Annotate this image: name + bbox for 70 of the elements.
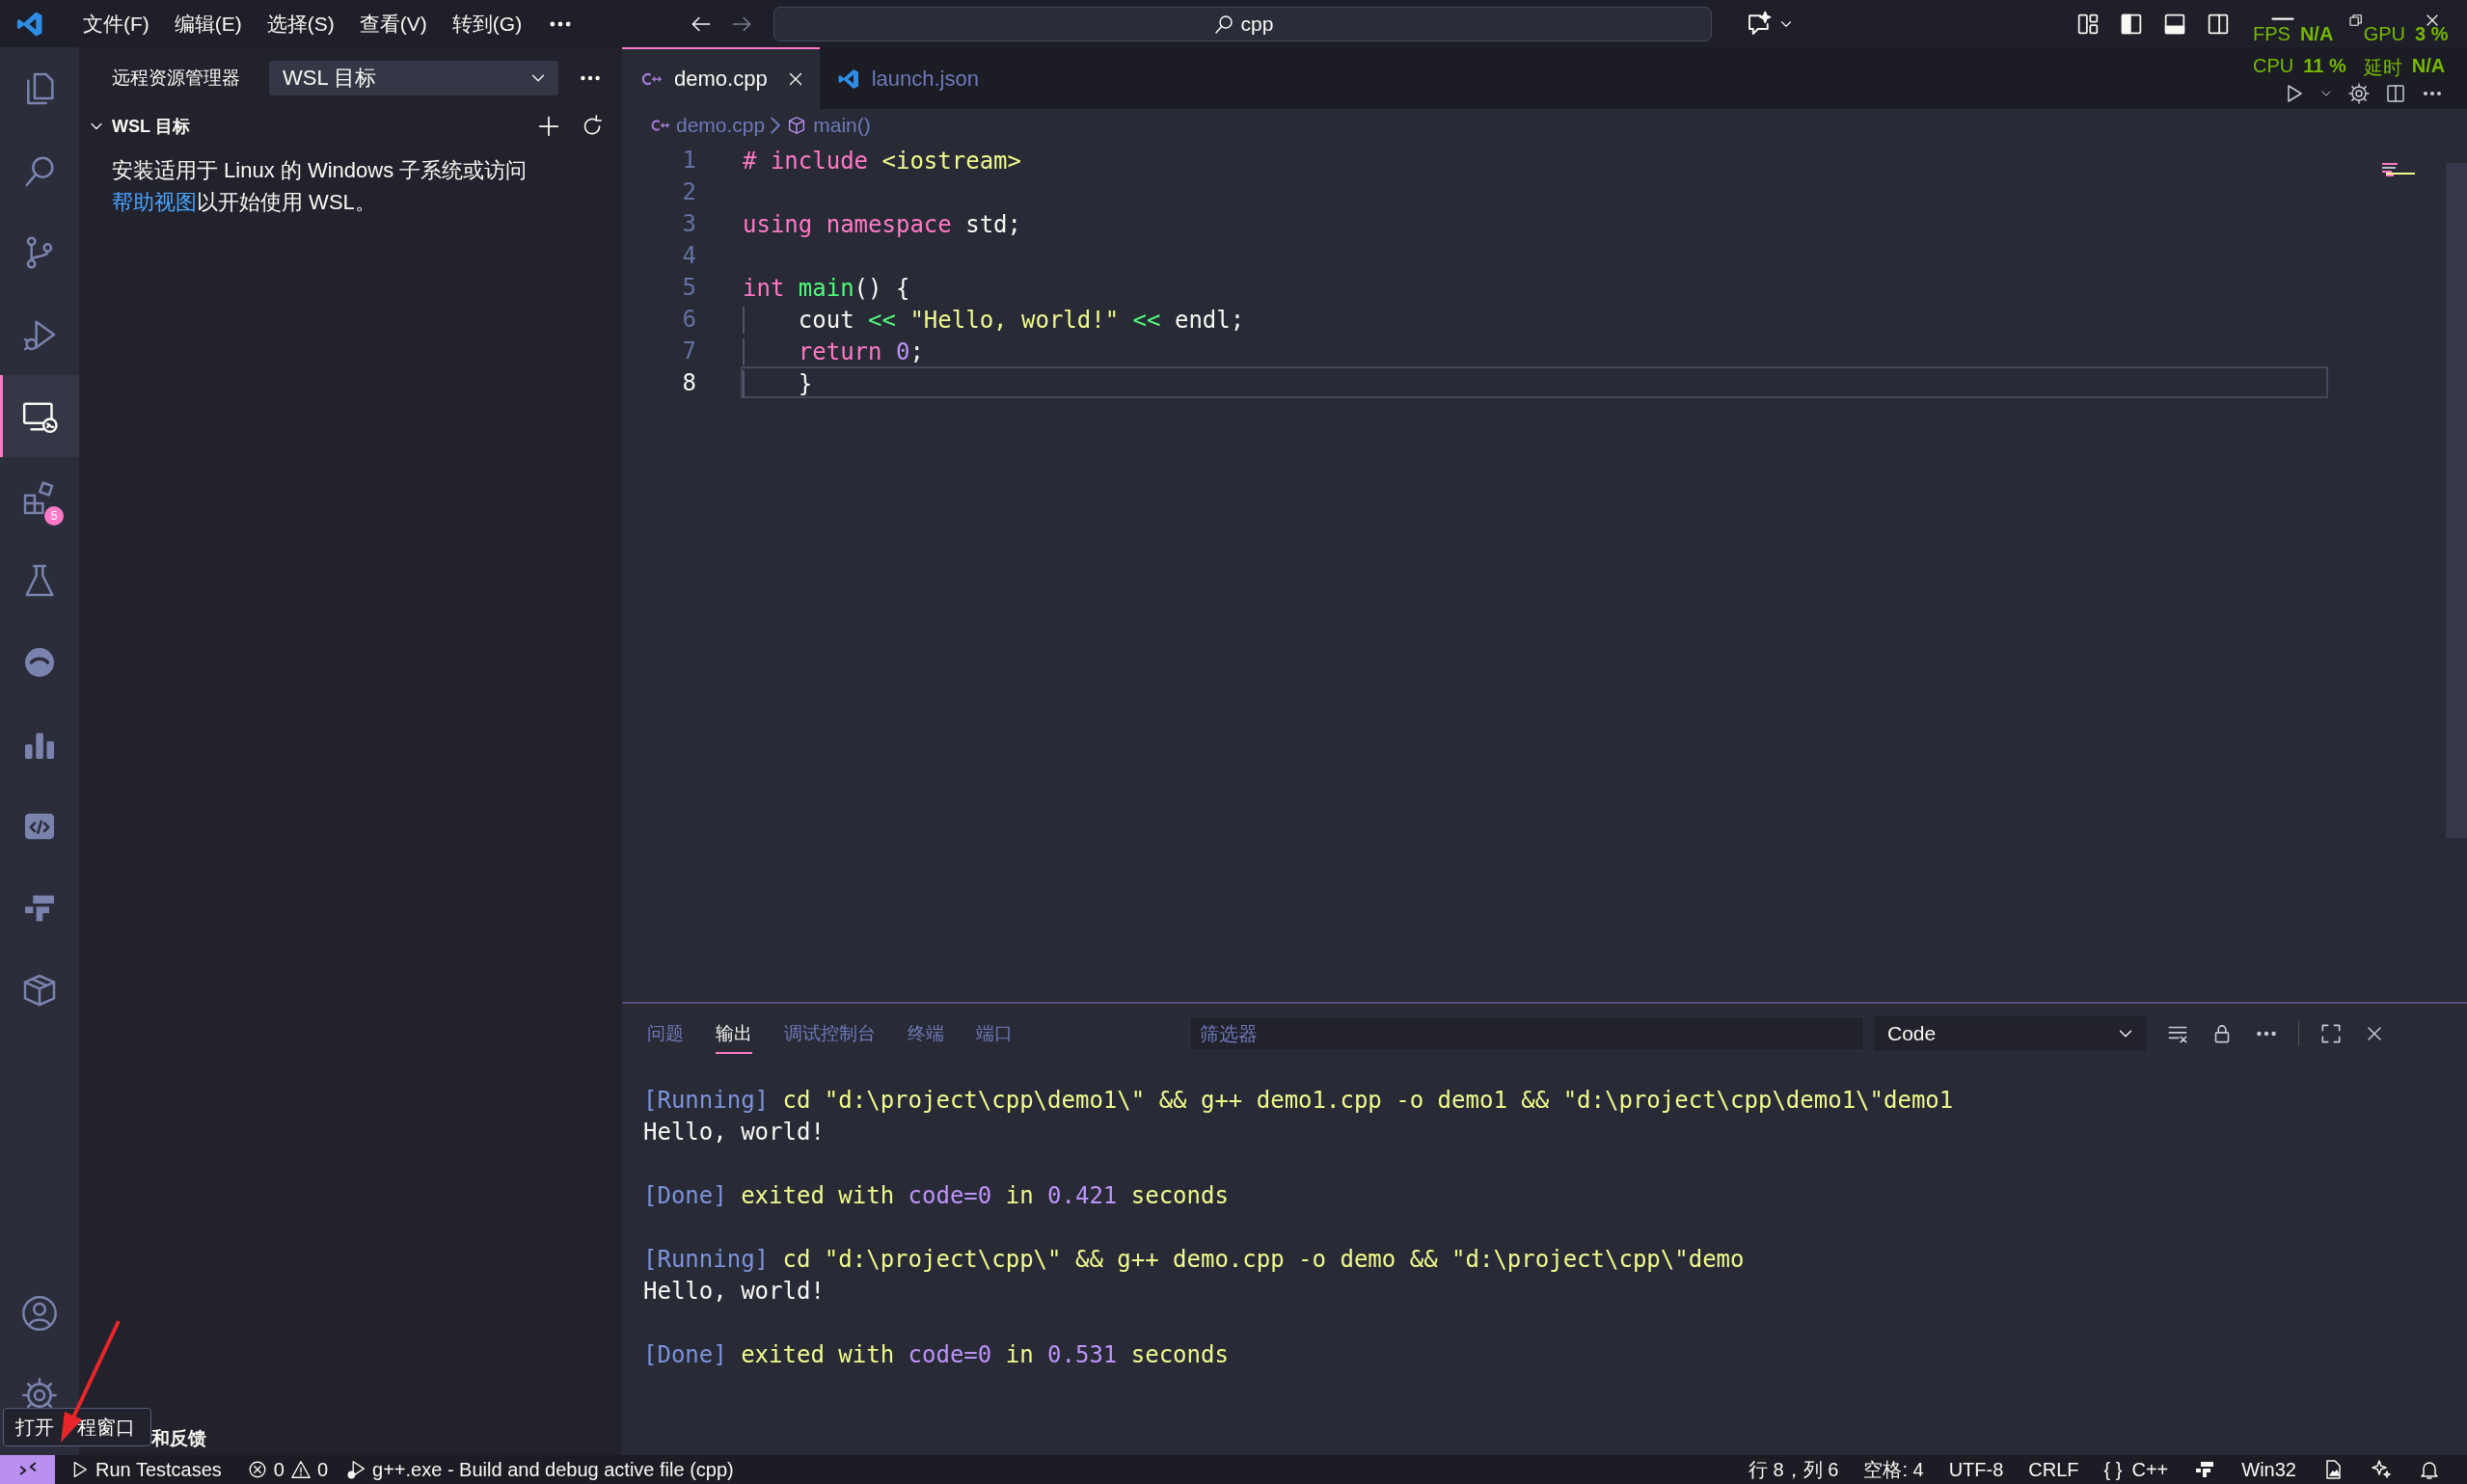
- panel-tab[interactable]: 问题: [647, 1013, 684, 1054]
- language-mode[interactable]: { } C++: [2091, 1455, 2182, 1484]
- stat-value: N/A: [2411, 55, 2446, 78]
- menu-item[interactable]: 文件(F): [71, 10, 163, 38]
- stat-label: 延时: [2363, 56, 2402, 80]
- status-item[interactable]: Win32: [2229, 1455, 2309, 1484]
- stat-label: FPS: [2253, 23, 2291, 45]
- status-item[interactable]: 空格: 4: [1851, 1455, 1937, 1484]
- stat-label: GPU: [2363, 23, 2406, 45]
- line-number: 5: [681, 273, 696, 301]
- line-number: 4: [681, 241, 696, 269]
- menu-item[interactable]: 转到(G): [440, 10, 536, 38]
- debug-config-button[interactable]: g++.exe - Build and debug active file (cpp): [337, 1455, 743, 1484]
- run-testcases-button[interactable]: Run Testcases: [55, 1455, 230, 1484]
- line-number: 2: [681, 177, 696, 205]
- settings-icon[interactable]: [2347, 82, 2371, 105]
- remote-button[interactable]: [0, 1455, 55, 1484]
- split-editor-icon[interactable]: [2384, 82, 2407, 105]
- stat-value: 3 %: [2415, 23, 2449, 45]
- tooltip-text: 程窗口: [77, 1415, 135, 1440]
- panel-tab[interactable]: 输出: [716, 1013, 752, 1054]
- line-number: 7: [681, 337, 696, 364]
- tooltip-text: 打开: [15, 1415, 54, 1440]
- target-dropdown[interactable]: WSL 目标: [269, 61, 558, 95]
- menu-item[interactable]: 选择(S): [255, 10, 348, 38]
- output-line: [Running] cd "d:\project\cpp\" && g++ demo.cpp -o demo && "d:\project\cpp\"demo: [643, 1245, 1746, 1275]
- output-line: Hello, world!: [643, 1118, 826, 1147]
- status-item[interactable]: UTF-8: [1936, 1455, 2017, 1484]
- stat-label: CPU: [2253, 55, 2294, 78]
- menu-item[interactable]: 查看(V): [347, 10, 441, 38]
- line-number: 3: [681, 209, 696, 237]
- panel-tab[interactable]: 终端: [908, 1013, 944, 1054]
- code-line: # include <iostream>: [742, 147, 1022, 175]
- editor-tab[interactable]: demo.cpp: [622, 47, 820, 109]
- line-number: 6: [681, 305, 696, 333]
- account-icon[interactable]: [20, 1293, 59, 1333]
- command-center[interactable]: cpp: [773, 6, 1712, 41]
- stat-value: N/A: [2299, 23, 2334, 45]
- output-line: [Running] cd "d:\project\cpp\demo1\" && g++ demo1.cpp -o demo1 && "d:\project\cpp\demo1\"demo1: [643, 1086, 1955, 1116]
- section-header[interactable]: WSL 目标: [79, 109, 622, 143]
- code-line: using namespace std;: [742, 210, 1022, 239]
- problems-status[interactable]: 0 0: [237, 1455, 338, 1484]
- line-number: 8: [681, 368, 696, 396]
- code-line: return 0;: [741, 335, 2328, 366]
- code-line: cout << "Hello, world!" << endl;: [741, 303, 2328, 335]
- warning-icon: [289, 1459, 312, 1480]
- output-line: [Done] exited with code=0 in 0.421 seconds: [643, 1181, 1230, 1211]
- minimize-icon[interactable]: [2270, 16, 2295, 20]
- line-number: 1: [681, 146, 696, 174]
- status-item[interactable]: CRLF: [2016, 1455, 2092, 1484]
- editor-tab[interactable]: launch.json: [819, 47, 1031, 109]
- debug-icon: [345, 1459, 367, 1480]
- sparkle-icon[interactable]: [2370, 1458, 2393, 1481]
- vscode-file-icon: [836, 67, 860, 91]
- output-channel-dropdown[interactable]: Code: [1874, 1016, 2146, 1051]
- output-line: [Done] exited with code=0 in 0.531 seconds: [643, 1340, 1230, 1370]
- output-line: Hello, world!: [643, 1277, 826, 1307]
- chevron-right-icon: [771, 117, 781, 134]
- count-badge: 5: [44, 506, 64, 526]
- panel-tab[interactable]: 端口: [976, 1013, 1013, 1054]
- sidebar-title: 远程资源管理器: [112, 67, 240, 90]
- remote-tab[interactable]: [0, 375, 79, 457]
- menu-item[interactable]: 编辑(E): [162, 10, 256, 38]
- filter-field[interactable]: 筛选器: [1189, 1016, 1864, 1051]
- status-item[interactable]: 行 8，列 6: [1736, 1455, 1852, 1484]
- code-line: int main() {: [742, 274, 911, 303]
- help-link[interactable]: 帮助视图: [112, 190, 197, 214]
- info-message: 安装适用于 Linux 的 Windows 子系统或访问 帮助视图以开始使用 WSL。: [112, 157, 529, 216]
- stat-value: 11 %: [2303, 55, 2346, 78]
- section-header[interactable]: 和反馈: [151, 1425, 206, 1451]
